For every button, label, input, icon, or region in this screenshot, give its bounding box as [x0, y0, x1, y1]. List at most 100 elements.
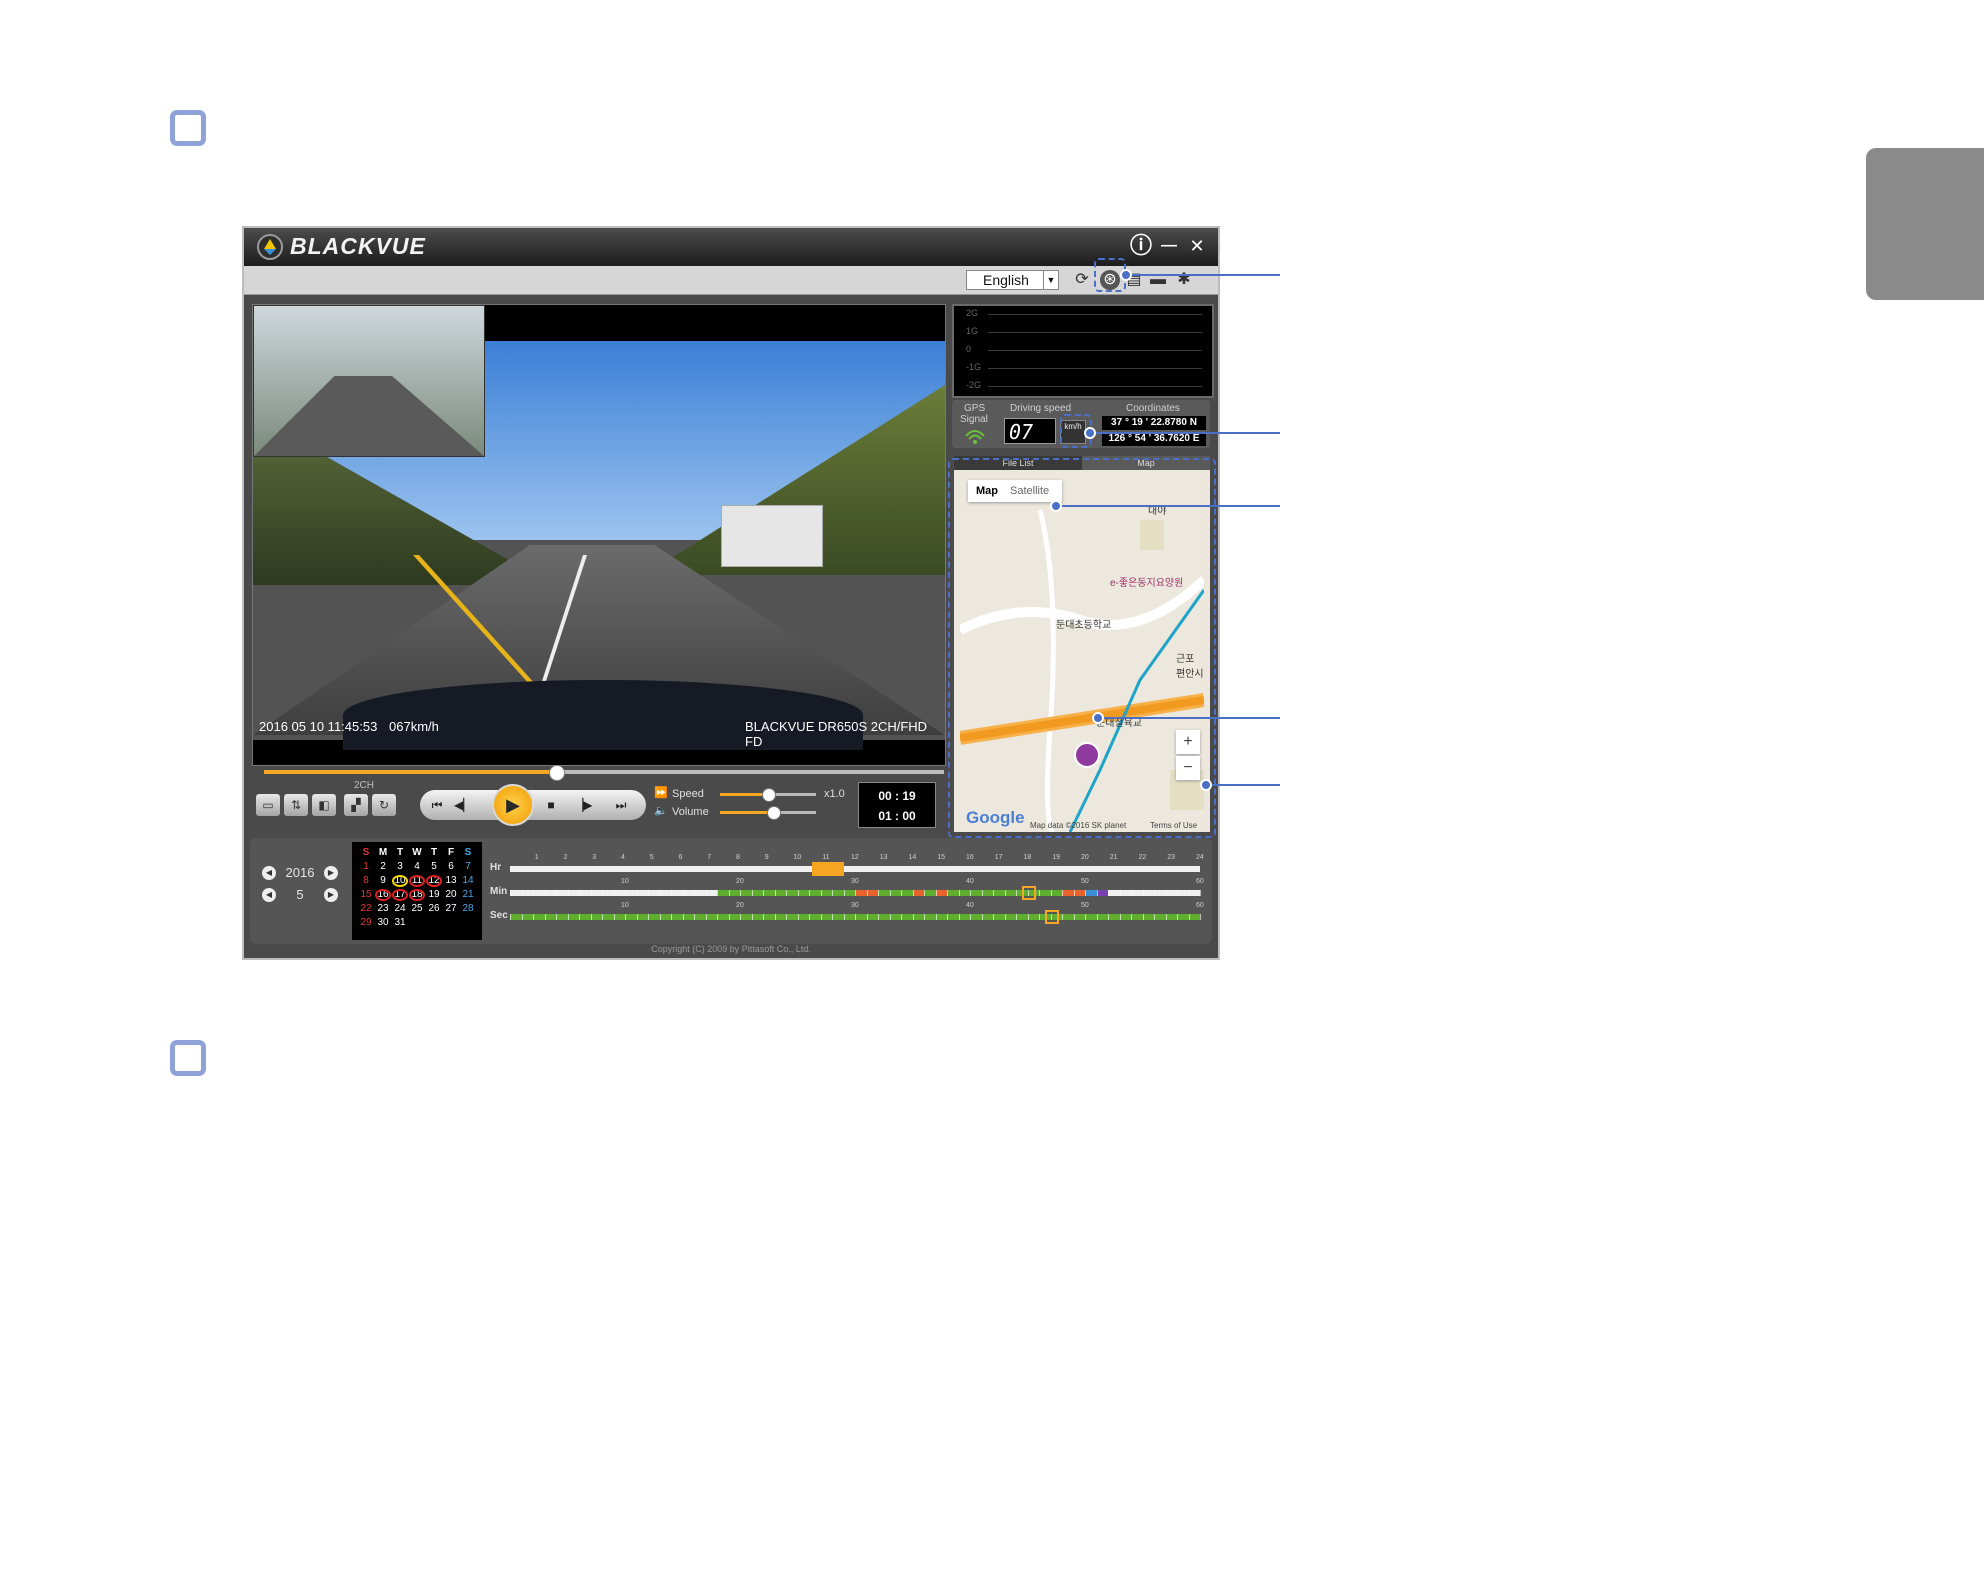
calendar-day[interactable]: 1 [358, 860, 374, 873]
calendar-day[interactable]: 6 [443, 860, 459, 873]
calendar-day[interactable]: 28 [460, 902, 476, 915]
timeline-tick [901, 890, 902, 896]
volume-slider[interactable] [720, 806, 816, 820]
channel-switch-icon[interactable]: ↻ [372, 794, 396, 816]
timeline-tick [1119, 890, 1121, 896]
calendar-day[interactable]: 31 [392, 916, 408, 929]
calendar-day[interactable]: 22 [358, 902, 374, 915]
g-sensor-gridline [988, 314, 1202, 315]
play-button[interactable]: ▶ [492, 784, 534, 826]
step-forward-icon[interactable]: ▕▶ [574, 797, 592, 813]
selected-second[interactable] [1044, 910, 1059, 924]
calendar-day[interactable]: 13 [443, 874, 459, 887]
hour-tick-label: 8 [736, 854, 740, 861]
calendar-day[interactable]: 27 [443, 902, 459, 915]
calendar-day[interactable]: 14 [460, 874, 476, 887]
close-button[interactable]: ✕ [1184, 234, 1210, 258]
rotate-icon[interactable]: ⇅ [284, 794, 308, 816]
settings-icon[interactable]: ✱ [1174, 270, 1194, 290]
selected-minute[interactable] [1021, 886, 1036, 900]
timeline-tick [1004, 914, 1006, 920]
coordinates-label: Coordinates [1126, 403, 1180, 414]
calendar-day[interactable]: 19 [426, 888, 442, 901]
calendar-day[interactable]: 20 [443, 888, 459, 901]
hour-tick-label: 19 [1052, 854, 1061, 861]
minimize-button[interactable]: — [1156, 234, 1182, 258]
timeline-tick [1073, 914, 1075, 920]
speed-slider[interactable] [720, 788, 816, 802]
month-next-button[interactable]: ▶ [324, 888, 338, 902]
calendar-day[interactable]: 2 [375, 860, 391, 873]
calendar-weekday: S [464, 847, 472, 858]
language-select[interactable]: English ▼ [966, 270, 1059, 290]
minute-tick-label: 30 [851, 878, 859, 885]
timeline-tick [533, 914, 534, 920]
timeline-tick [556, 914, 557, 920]
refresh-icon[interactable]: ⟳ [1072, 270, 1092, 290]
volume-slider-handle[interactable] [766, 806, 781, 820]
hour-tick-label: 21 [1109, 854, 1118, 861]
calendar-day[interactable]: 8 [358, 874, 374, 887]
calendar-day[interactable]: 4 [409, 860, 425, 873]
video-player[interactable]: 2016 05 10 11:45:53 067km/h BLACKVUE DR6… [252, 304, 946, 766]
calendar-weekday: S [362, 847, 370, 858]
hour-tick-label: 6 [678, 854, 683, 861]
calendar-day[interactable]: 21 [460, 888, 476, 901]
timeline-tick [533, 890, 534, 896]
year-prev-button[interactable]: ◀ [262, 866, 276, 880]
stop-icon[interactable]: ■ [542, 797, 560, 813]
recording-segment[interactable] [912, 890, 924, 896]
calendar-weekday: W [412, 847, 422, 858]
skip-next-icon[interactable]: ⏭ [612, 797, 630, 813]
recording-segment[interactable] [935, 890, 947, 896]
calendar-day[interactable]: 26 [426, 902, 442, 915]
timeline-tick [1177, 914, 1178, 920]
hour-tick-label: 17 [994, 854, 1003, 861]
calendar-day[interactable]: 5 [426, 860, 442, 873]
mirror-icon[interactable]: ◧ [312, 794, 336, 816]
calendar-day[interactable]: 9 [375, 874, 391, 887]
speed-label: Speed [672, 788, 704, 800]
second-tick-label: 10 [621, 902, 629, 909]
calendar-day[interactable]: 25 [409, 902, 425, 915]
timeline-tick [625, 890, 626, 896]
calendar-day[interactable]: 30 [375, 916, 391, 929]
speed-slider-handle[interactable] [762, 788, 776, 802]
seek-bar[interactable] [264, 765, 944, 781]
rear-camera-pip[interactable] [253, 305, 485, 457]
info-button[interactable]: ⓘ [1128, 234, 1154, 258]
speed-slider-fill [720, 793, 768, 796]
recorded-day-marker [392, 889, 408, 901]
selected-hour[interactable] [811, 862, 844, 876]
timeline-tick [717, 914, 718, 920]
pip-swap-icon[interactable]: ▞ [344, 794, 368, 816]
recording-segment[interactable] [924, 890, 936, 896]
callout-line [1060, 505, 1280, 507]
calendar-weekday: T [396, 847, 404, 858]
calendar-day[interactable]: 23 [375, 902, 391, 915]
calendar-day[interactable]: 3 [392, 860, 408, 873]
skip-previous-icon[interactable]: ⏮ [428, 797, 446, 813]
timeline-tick [1085, 890, 1086, 896]
timeline-tick [671, 914, 672, 920]
snapshot-icon[interactable]: ▭ [256, 794, 280, 816]
timeline-tick [648, 890, 649, 896]
recording-segment[interactable] [1096, 890, 1108, 896]
seek-bar-handle[interactable] [549, 765, 566, 781]
video-timestamp: 2016 05 10 11:45:53 [259, 719, 378, 734]
recording-segment[interactable] [1085, 890, 1097, 896]
calendar-day[interactable]: 24 [392, 902, 408, 915]
step-back-icon[interactable]: ◀▏ [454, 797, 472, 813]
pip-road [254, 376, 484, 456]
calendar-day[interactable]: 7 [460, 860, 476, 873]
hour-bar[interactable] [510, 866, 1200, 872]
print-icon[interactable]: ▬ [1148, 270, 1168, 290]
hour-tick-label: 16 [966, 854, 974, 861]
year-next-button[interactable]: ▶ [324, 866, 338, 880]
recording-segment[interactable] [878, 890, 913, 896]
month-prev-button[interactable]: ◀ [262, 888, 276, 902]
timeline-tick [510, 914, 511, 920]
second-tick-label: 30 [851, 902, 859, 909]
calendar-day[interactable]: 15 [358, 888, 374, 901]
calendar-day[interactable]: 29 [358, 916, 374, 929]
